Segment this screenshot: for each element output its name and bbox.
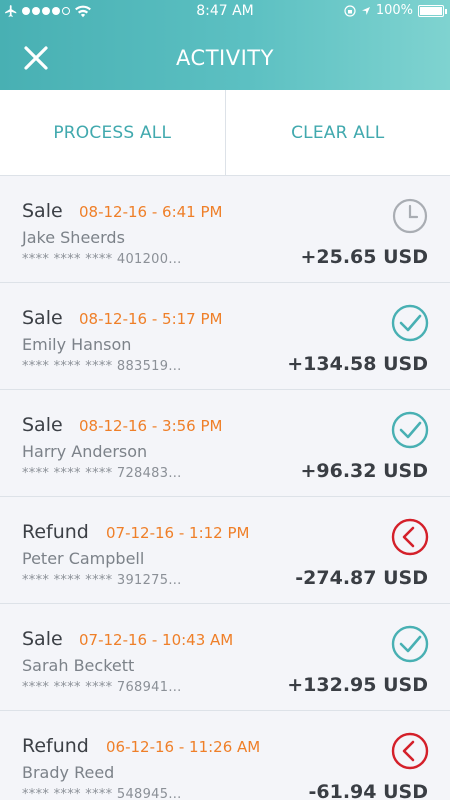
check-circle-icon	[390, 303, 430, 343]
customer-name: Brady Reed	[22, 763, 115, 782]
page-title: ACTIVITY	[176, 46, 274, 70]
transaction-date: 07-12-16 - 10:43 AM	[79, 631, 234, 649]
transaction-amount: +132.95 USD	[287, 674, 428, 696]
clear-all-button[interactable]: CLEAR ALL	[226, 90, 450, 175]
action-bar: PROCESS ALL CLEAR ALL	[0, 90, 450, 176]
card-number: **** **** **** 883519...	[22, 359, 182, 374]
app-header: 8:47 AM 100% ACTIVITY	[0, 0, 450, 90]
card-number: **** **** **** 548945...	[22, 787, 182, 800]
status-right: 100%	[344, 3, 447, 18]
clock-icon	[390, 196, 430, 236]
back-arrow-circle-icon	[390, 517, 430, 557]
transaction-type: Sale	[22, 200, 63, 222]
transaction-date: 08-12-16 - 6:41 PM	[79, 203, 223, 221]
transaction-date: 07-12-16 - 1:12 PM	[106, 524, 250, 542]
transaction-type: Refund	[22, 735, 89, 757]
card-number: **** **** **** 768941...	[22, 680, 182, 695]
transaction-list: Sale 08-12-16 - 6:41 PM Jake Sheerds **** *…	[0, 176, 450, 800]
check-circle-icon	[390, 410, 430, 450]
transaction-row[interactable]: Sale 08-12-16 - 3:56 PM Harry Anderson ****…	[0, 390, 450, 497]
transaction-amount: -61.94 USD	[308, 781, 428, 800]
process-all-button[interactable]: PROCESS ALL	[0, 90, 226, 175]
customer-name: Sarah Beckett	[22, 656, 135, 675]
transaction-date: 08-12-16 - 5:17 PM	[79, 310, 223, 328]
transaction-type: Refund	[22, 521, 89, 543]
transaction-row[interactable]: Sale 08-12-16 - 5:17 PM Emily Hanson **** *…	[0, 283, 450, 390]
transaction-date: 08-12-16 - 3:56 PM	[79, 417, 223, 435]
transaction-amount: +134.58 USD	[287, 353, 428, 375]
transaction-amount: +96.32 USD	[300, 460, 428, 482]
orientation-lock-icon	[344, 4, 356, 17]
transaction-row[interactable]: Sale 08-12-16 - 6:41 PM Jake Sheerds **** *…	[0, 176, 450, 283]
status-bar: 8:47 AM 100%	[0, 0, 450, 26]
card-number: **** **** **** 391275...	[22, 573, 182, 588]
card-number: **** **** **** 401200...	[22, 252, 182, 267]
customer-name: Peter Campbell	[22, 549, 145, 568]
transaction-date: 06-12-16 - 11:26 AM	[106, 738, 261, 756]
check-circle-icon	[390, 624, 430, 664]
battery-icon	[418, 4, 447, 17]
transaction-type: Sale	[22, 307, 63, 329]
customer-name: Jake Sheerds	[22, 228, 125, 247]
transaction-type: Sale	[22, 414, 63, 436]
transaction-row[interactable]: Sale 07-12-16 - 10:43 AM Sarah Beckett ****…	[0, 604, 450, 711]
transaction-amount: +25.65 USD	[300, 246, 428, 268]
customer-name: Harry Anderson	[22, 442, 148, 461]
back-arrow-circle-icon	[390, 731, 430, 771]
customer-name: Emily Hanson	[22, 335, 132, 354]
battery-percent: 100%	[375, 3, 413, 18]
transaction-row[interactable]: Refund 07-12-16 - 1:12 PM Peter Campbell **…	[0, 497, 450, 604]
location-icon	[361, 6, 370, 15]
card-number: **** **** **** 728483...	[22, 466, 182, 481]
transaction-row[interactable]: Refund 06-12-16 - 11:26 AM Brady Reed **** …	[0, 711, 450, 800]
transaction-amount: -274.87 USD	[295, 567, 428, 589]
transaction-type: Sale	[22, 628, 63, 650]
